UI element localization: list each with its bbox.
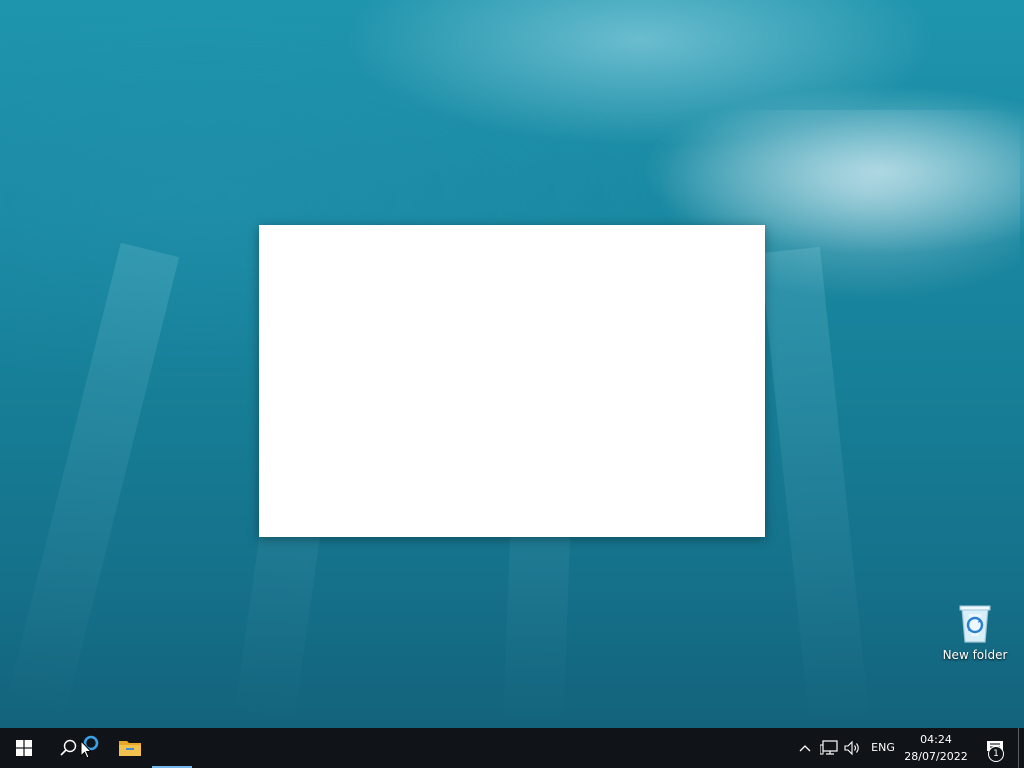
network-button[interactable] <box>818 728 840 768</box>
clock[interactable]: 04:24 28/07/2022 <box>900 728 972 768</box>
windows-logo-icon <box>16 740 32 756</box>
clock-date: 28/07/2022 <box>904 750 968 763</box>
desktop-icon-recycle-bin[interactable]: New folder <box>940 600 1010 663</box>
network-icon <box>820 740 838 755</box>
file-explorer-button[interactable] <box>110 728 150 768</box>
chevron-up-icon <box>799 745 811 752</box>
input-language[interactable]: ENG <box>866 728 900 768</box>
clock-time: 04:24 <box>920 733 952 746</box>
show-hidden-icons-button[interactable] <box>796 728 814 768</box>
search-button[interactable] <box>48 728 110 768</box>
blank-window[interactable] <box>259 225 765 537</box>
search-icon <box>60 739 77 756</box>
start-button[interactable] <box>0 728 48 768</box>
light-ray <box>4 242 180 723</box>
light-ray <box>760 246 871 731</box>
desktop[interactable]: New folder <box>0 0 1024 731</box>
folder-icon <box>119 741 141 756</box>
volume-button[interactable] <box>842 728 864 768</box>
volume-icon <box>844 740 859 756</box>
taskbar: ENG 04:24 28/07/2022 <box>0 728 1024 768</box>
show-desktop-button[interactable] <box>1018 728 1024 768</box>
notification-count-badge: 1 <box>988 746 1004 762</box>
desktop-icon-label: New folder <box>942 648 1008 662</box>
mouse-cursor-icon <box>80 740 92 759</box>
recycle-bin-icon <box>959 605 991 643</box>
